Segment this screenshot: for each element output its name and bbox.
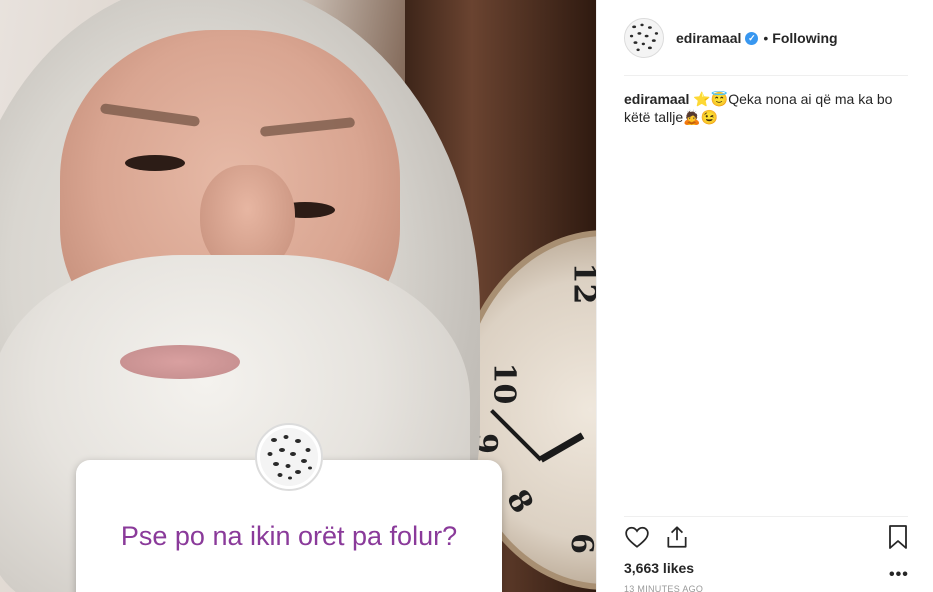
post-caption: ediramaal ⭐😇Qeka nona ai që ma ka bo këtë…	[624, 90, 908, 126]
left-eyebrow	[99, 103, 201, 127]
clock-numeral: 12	[566, 262, 596, 305]
bookmark-icon[interactable]	[886, 524, 912, 550]
heart-outline-icon[interactable]	[624, 524, 650, 550]
caption-author[interactable]: ediramaal	[624, 91, 689, 107]
author-avatar[interactable]	[624, 18, 664, 58]
question-text: Pse po na ikin orët pa folur?	[120, 521, 458, 551]
instagram-post: 12 10 9 8 6 Pse po na ikin orët pa folur…	[0, 0, 933, 592]
clock-hour-hand	[539, 432, 585, 463]
header-divider	[624, 75, 908, 76]
verified-badge-icon: ✓	[745, 31, 759, 45]
clock-numeral: 6	[563, 533, 596, 554]
clock-numeral: 8	[499, 483, 540, 520]
author-username[interactable]: ediramaal	[676, 30, 741, 46]
post-timestamp[interactable]: 13 MINUTES AGO	[624, 584, 703, 592]
more-options-icon[interactable]: •••	[889, 566, 909, 584]
right-eyebrow	[259, 117, 356, 137]
post-image[interactable]: 12 10 9 8 6 Pse po na ikin orët pa folur…	[0, 0, 596, 592]
following-button[interactable]: Following	[772, 30, 837, 46]
post-header: ediramaal ✓ • Following	[624, 16, 908, 60]
clock-numeral: 10	[486, 362, 522, 405]
action-bar	[624, 524, 908, 554]
lips	[120, 345, 240, 379]
header-separator: •	[763, 30, 769, 46]
post-sidebar: ediramaal ✓ • Following ediramaal ⭐😇Qeka …	[596, 0, 933, 592]
dotted-avatar-icon	[260, 428, 318, 486]
question-sticker-avatar	[255, 423, 323, 491]
footer-divider	[624, 516, 908, 517]
likes-count[interactable]: 3,663 likes	[624, 560, 694, 576]
left-eye	[125, 155, 185, 171]
share-icon[interactable]	[664, 524, 690, 550]
dotted-avatar-icon	[625, 19, 663, 57]
